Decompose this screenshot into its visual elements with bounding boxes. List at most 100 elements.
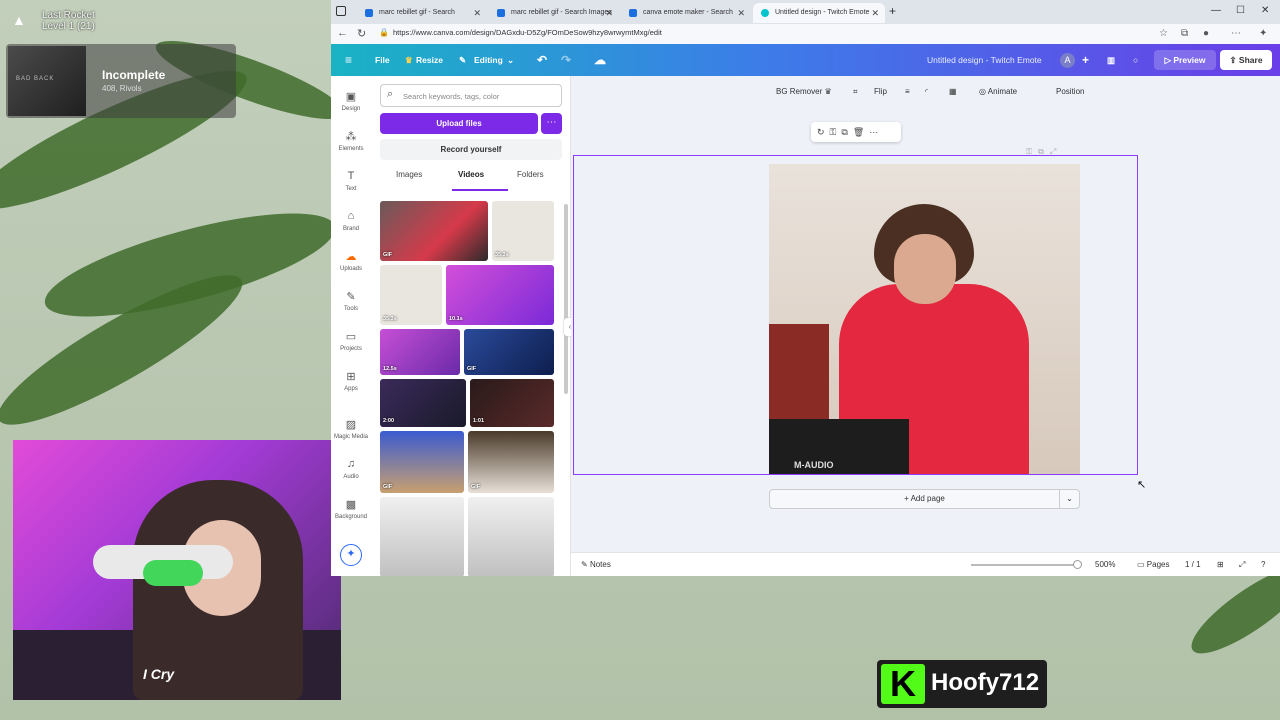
rail-design[interactable]: ▣ Design — [331, 90, 371, 112]
minimize-icon[interactable]: — — [1211, 5, 1221, 16]
browser-tab[interactable]: marc rebillet gif - Search ✕ — [357, 3, 487, 23]
lock-icon[interactable]: ⚿ — [830, 127, 842, 137]
uploads-grid: GIF 35.3s 35.3s 10.1s 12.5s GIF 2:00 1:0… — [380, 201, 556, 576]
upload-thumbnail[interactable]: 10.1s — [446, 265, 554, 325]
pages-button[interactable]: ▭ Pages — [1137, 560, 1169, 569]
upload-thumbnail[interactable]: GIF — [380, 201, 488, 261]
upload-thumbnail[interactable]: GIF — [464, 329, 554, 375]
add-page-button[interactable]: + Add page ⌄ — [769, 489, 1080, 509]
pages-icon: ▭ — [1137, 560, 1147, 569]
animate-button[interactable]: ◎ Animate — [979, 87, 1017, 96]
collections-icon[interactable]: ⧉ — [1181, 28, 1188, 39]
browser-tab[interactable]: marc rebillet gif - Search Images ✕ — [489, 3, 619, 23]
zoom-level[interactable]: 500% — [1095, 560, 1115, 569]
upload-thumbnail[interactable] — [468, 497, 554, 576]
magic-assistant-icon[interactable]: ✦ — [340, 544, 362, 566]
animate-icon: ◎ — [979, 87, 988, 96]
editor-footer: ✎ Notes 500% ▭ Pages 1 / 1 ⊞ ⤢ ? — [571, 552, 1280, 576]
rail-background[interactable]: ▩ Background — [331, 498, 371, 520]
border-style-icon[interactable]: ≡ — [905, 87, 910, 96]
upload-thumbnail[interactable]: GIF — [380, 431, 464, 493]
tab-videos[interactable]: Videos — [458, 170, 484, 179]
profile-icon[interactable]: ● — [1203, 28, 1209, 39]
rail-uploads[interactable]: ☁ Uploads — [331, 250, 371, 272]
page-keyboard — [769, 419, 909, 474]
browser-tab-active[interactable]: Untitled design - Twitch Emote ✕ — [753, 3, 885, 23]
sidebar-toggle-icon[interactable] — [336, 6, 346, 16]
menu-hamburger-icon[interactable]: ≡ — [345, 44, 352, 76]
file-menu[interactable]: File — [375, 44, 390, 76]
upload-thumbnail[interactable]: GIF — [468, 431, 554, 493]
kick-logo-icon: K — [881, 664, 925, 704]
help-icon[interactable]: ? — [1261, 560, 1265, 569]
copilot-icon[interactable]: ✦ — [1259, 28, 1267, 39]
zoom-slider[interactable] — [971, 564, 1075, 566]
delete-icon[interactable]: 🗑 — [853, 127, 869, 137]
tab-images[interactable]: Images — [396, 170, 422, 179]
rail-elements[interactable]: ⁂ Elements — [331, 130, 371, 152]
notes-button[interactable]: ✎ Notes — [581, 560, 611, 569]
duplicate-icon[interactable]: ⧉ — [841, 127, 852, 137]
close-icon[interactable]: ✕ — [605, 3, 613, 23]
tab-folders[interactable]: Folders — [517, 170, 544, 179]
panel-scrollbar[interactable] — [564, 204, 568, 394]
transparency-icon[interactable]: ▦ — [949, 87, 957, 96]
rotate-icon[interactable]: ↻ — [817, 127, 830, 137]
chevron-down-icon[interactable]: ⌄ — [507, 44, 514, 76]
record-yourself-button[interactable]: Record yourself — [380, 139, 562, 160]
zoom-slider-knob[interactable] — [1073, 560, 1082, 569]
rail-apps[interactable]: ⊞ Apps — [331, 370, 371, 392]
position-button[interactable]: Position — [1056, 87, 1084, 96]
close-icon[interactable]: ✕ — [473, 3, 481, 23]
flip-button[interactable]: Flip — [874, 87, 887, 96]
rail-audio[interactable]: ♫ Audio — [331, 458, 371, 480]
upload-thumbnail[interactable]: 35.3s — [492, 201, 554, 261]
editing-menu[interactable]: Editing — [474, 44, 503, 76]
close-icon[interactable]: ✕ — [871, 3, 879, 23]
rail-text[interactable]: T Text — [331, 170, 371, 192]
add-collaborator-icon[interactable]: + — [1082, 44, 1089, 76]
menu-icon[interactable]: ⋯ — [1231, 28, 1241, 39]
grid-view-icon[interactable]: ⊞ — [1217, 560, 1224, 569]
upload-thumbnail[interactable] — [380, 497, 464, 576]
maximize-icon[interactable]: ☐ — [1236, 5, 1245, 16]
upload-thumbnail[interactable]: 35.3s — [380, 265, 442, 325]
upload-files-button[interactable]: Upload files — [380, 113, 538, 134]
preview-button[interactable]: ▷ Preview — [1154, 50, 1216, 70]
rail-tools[interactable]: ✎ Tools — [331, 290, 371, 312]
rail-brand[interactable]: ⌂ Brand — [331, 210, 371, 232]
more-icon[interactable]: ⋯ — [869, 127, 883, 137]
avatar[interactable]: A — [1060, 53, 1075, 68]
rail-magic-media[interactable]: ▨ Magic Media — [331, 418, 371, 440]
search-input[interactable]: ⌕ Search keywords, tags, color — [380, 84, 562, 107]
comments-icon[interactable]: ○ — [1133, 44, 1138, 76]
close-window-icon[interactable]: ✕ — [1261, 5, 1269, 16]
undo-icon[interactable]: ↶ — [537, 44, 547, 76]
insights-icon[interactable]: ▥ — [1107, 44, 1115, 76]
upload-thumbnail[interactable]: 2:00 — [380, 379, 466, 427]
corner-rounding-icon[interactable]: ◜ — [925, 87, 928, 96]
upload-thumbnail[interactable]: 1:01 — [470, 379, 554, 427]
refresh-icon[interactable]: ↻ — [357, 27, 366, 40]
fullscreen-icon[interactable]: ⤢ — [1239, 560, 1245, 570]
favorite-icon[interactable]: ☆ — [1159, 28, 1168, 39]
resize-menu[interactable]: Resize — [416, 44, 443, 76]
share-button[interactable]: ⇪ Share — [1220, 50, 1272, 70]
rail-projects[interactable]: ▭ Projects — [331, 330, 371, 352]
cloud-save-icon[interactable]: ☁ — [594, 44, 606, 76]
crop-icon[interactable]: ⌗ — [853, 87, 858, 97]
new-tab-icon[interactable]: + — [889, 4, 896, 18]
design-page[interactable]: M-AUDIO — [769, 164, 1080, 474]
close-icon[interactable]: ✕ — [737, 3, 745, 23]
redo-icon[interactable]: ↷ — [561, 44, 571, 76]
song-artist: 408, Rivols — [102, 84, 142, 93]
browser-tab[interactable]: canva emote maker - Search ✕ — [621, 3, 751, 23]
chevron-down-icon[interactable]: ⌄ — [1059, 490, 1079, 508]
back-icon[interactable]: ← — [337, 27, 348, 39]
upload-thumbnail[interactable]: 12.5s — [380, 329, 460, 375]
url-input[interactable]: https://www.canva.com/design/DAGxdu-D5Zg… — [393, 28, 662, 37]
crown-icon: ♛ — [405, 55, 413, 65]
design-title[interactable]: Untitled design - Twitch Emote — [927, 44, 1042, 76]
more-options-icon[interactable]: ⋯ — [541, 113, 562, 134]
bg-remover-button[interactable]: BG Remover ♛ — [776, 87, 832, 96]
